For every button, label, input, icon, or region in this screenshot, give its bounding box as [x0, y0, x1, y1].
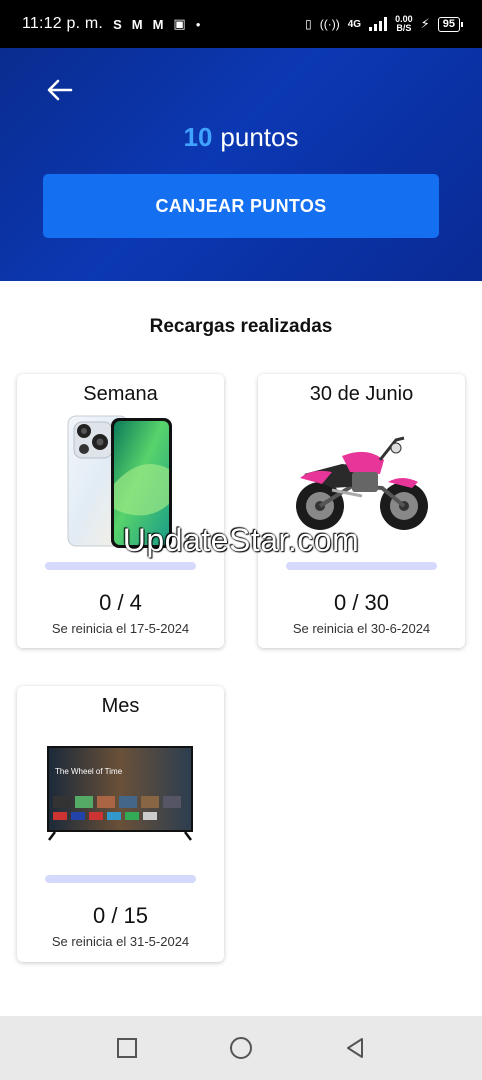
gmail-icon: M	[131, 16, 143, 32]
progress-bar	[45, 875, 196, 883]
card-title: Semana	[83, 383, 158, 405]
home-button[interactable]	[221, 1028, 261, 1068]
net-speed: 0.00 B/S	[395, 14, 413, 33]
tv-show-title: The Wheel of Time	[55, 767, 123, 776]
smart-tv-image: The Wheel of Time	[17, 744, 224, 842]
progress-bar	[45, 562, 196, 570]
hotspot-icon: ((·))	[319, 17, 340, 31]
card-count: 0 / 4	[99, 590, 142, 615]
back-nav-button[interactable]	[335, 1028, 375, 1068]
points-header: 10 puntos CANJEAR PUNTOS	[0, 48, 482, 281]
card-count: 0 / 15	[92, 903, 149, 928]
charging-icon: ⚡	[420, 16, 430, 31]
more-notifications-dot-icon: ●	[195, 19, 201, 29]
card-reset-date: Se reinicia el 30-6-2024	[292, 621, 431, 636]
reward-card-june[interactable]: 30 de Junio 0 / 30 Se reinicia el 30-6-2…	[258, 374, 465, 648]
card-reset-date: Se reinicia el 17-5-2024	[51, 621, 190, 636]
notification-icon-s: S	[113, 16, 122, 32]
reward-card-week[interactable]: Semana 0 / 4 Se reinicia el 17-5-2024	[17, 374, 224, 648]
battery-icon: 95	[437, 16, 464, 32]
app-notification-icon: ▣	[173, 16, 186, 31]
recents-square-icon	[117, 1038, 137, 1058]
card-count: 0 / 30	[333, 590, 390, 615]
system-nav-bar	[0, 1016, 482, 1080]
vibrate-icon: ▯	[305, 17, 312, 31]
points-value: 10	[183, 122, 213, 152]
recents-button[interactable]	[107, 1028, 147, 1068]
redeem-points-button[interactable]: CANJEAR PUNTOS	[43, 174, 439, 238]
status-bar: 11:12 p. m. S M M ▣ ● ▯ ((·)) 4G 0.00 B/…	[0, 0, 482, 48]
card-reset-date: Se reinicia el 31-5-2024	[51, 934, 190, 949]
status-time: 11:12 p. m.	[22, 15, 104, 32]
signal-icon	[369, 17, 388, 31]
arrow-left-icon	[47, 79, 73, 101]
gmail-icon-2: M	[152, 16, 164, 32]
points-label: puntos	[220, 122, 299, 152]
home-circle-icon	[230, 1037, 252, 1059]
back-button[interactable]	[40, 70, 80, 110]
motorcycle-image	[258, 426, 465, 534]
section-title: Recargas realizadas	[149, 316, 333, 337]
back-triangle-icon	[347, 1038, 363, 1058]
network-type-label: 4G	[347, 18, 362, 30]
smartphone-image	[17, 414, 224, 550]
card-title: Mes	[101, 695, 140, 717]
points-display: 10 puntos	[0, 122, 482, 153]
progress-bar	[286, 562, 437, 570]
card-title: 30 de Junio	[309, 383, 414, 405]
reward-card-month[interactable]: Mes The Wheel of Time 0 / 15 Se reinicia…	[17, 686, 224, 962]
